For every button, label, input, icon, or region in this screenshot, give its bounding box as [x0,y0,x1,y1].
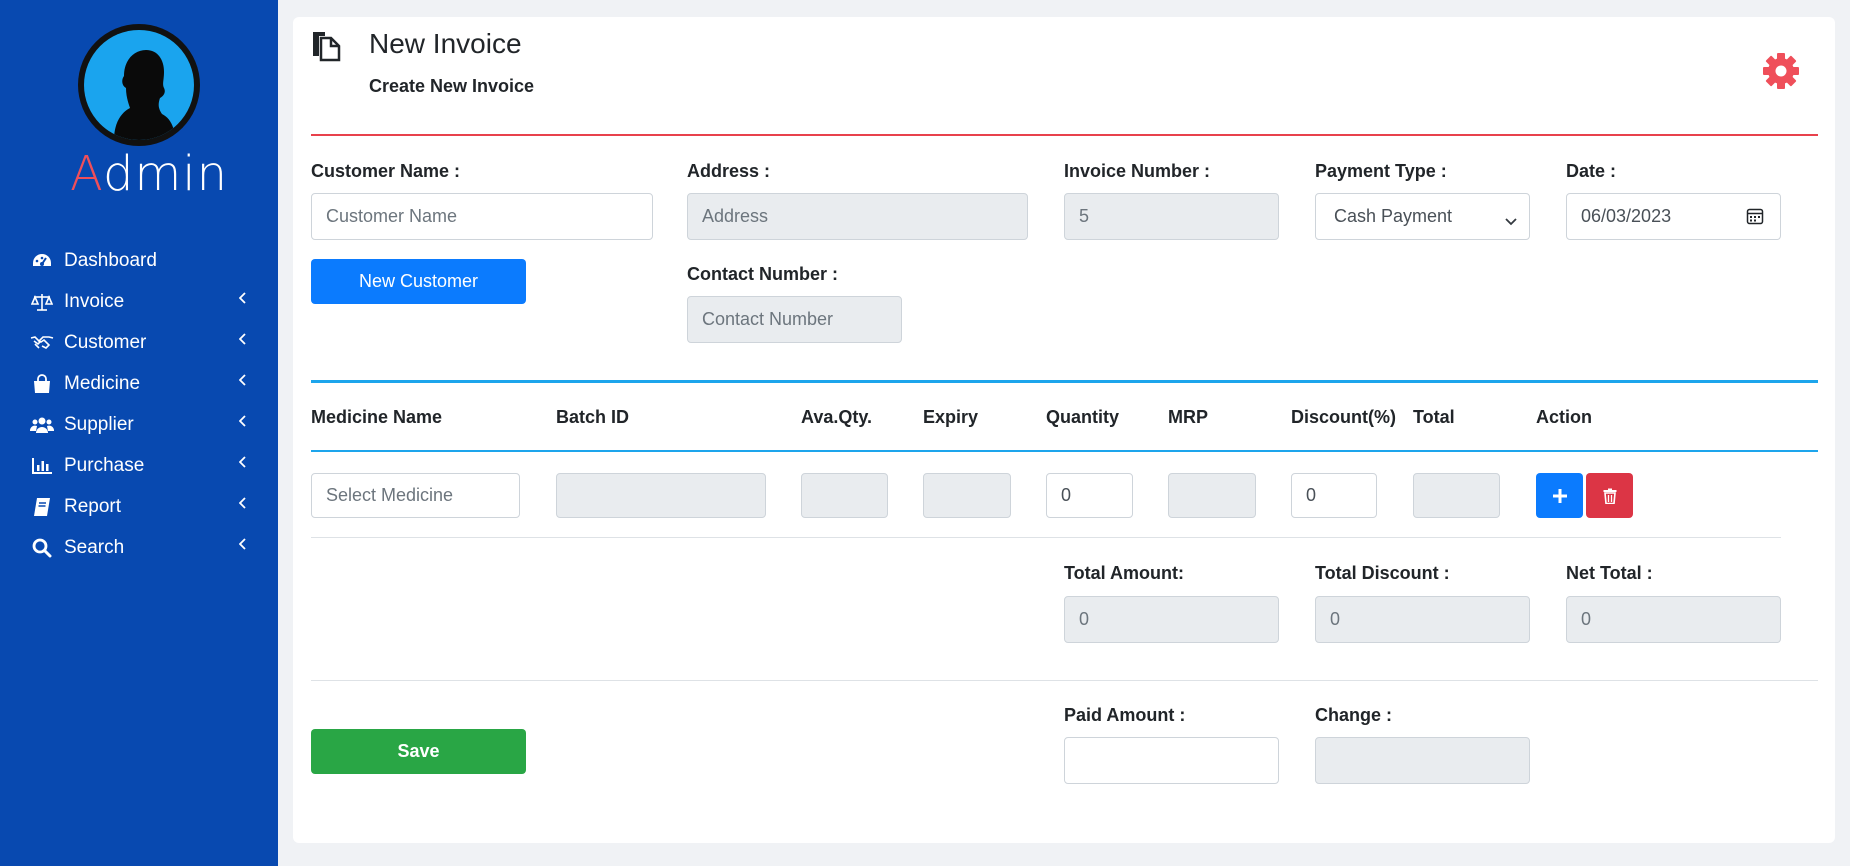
column-header-action: Action [1536,407,1592,427]
column-header-available-qty: Ava.Qty. [801,407,873,427]
calendar-icon[interactable] [1746,207,1764,230]
table-header-divider [311,450,1818,452]
user-silhouette-icon [114,50,176,140]
column-header-expiry: Expiry [923,407,979,427]
payment-type-select[interactable]: Cash Payment [1315,193,1530,240]
contact-number-label: Contact Number : [687,264,839,284]
column-header-total: Total [1413,407,1455,427]
customer-name-label: Customer Name : [311,161,461,181]
invoice-number-field: 5 [1064,193,1279,240]
sidebar-item-label: Medicine [64,372,141,394]
copy-document-icon [311,30,341,62]
address-label: Address : [687,161,771,181]
sidebar-item-label: Purchase [64,454,145,476]
sidebar-item-invoice[interactable]: Invoice [0,281,278,322]
handshake-icon [30,332,54,354]
sidebar-item-label: Supplier [64,413,134,435]
delete-row-button[interactable] [1586,473,1633,518]
column-header-mrp: MRP [1168,407,1208,427]
discount-input[interactable]: 0 [1291,473,1377,518]
gear-icon[interactable] [1761,51,1801,91]
date-label: Date : [1566,161,1617,181]
chevron-left-icon [236,537,250,551]
sidebar-item-label: Invoice [64,290,125,312]
page-subtitle: Create New Invoice [369,76,535,96]
sidebar-item-label: Search [64,536,125,558]
chevron-left-icon [236,373,250,387]
sidebar-item-medicine[interactable]: Medicine [0,363,278,404]
book-icon [30,496,54,518]
bar-chart-icon [30,455,54,477]
row-divider [311,537,1781,538]
column-header-discount: Discount(%) [1291,407,1396,427]
sidebar-item-purchase[interactable]: Purchase [0,445,278,486]
available-qty-field [801,473,888,518]
new-customer-button[interactable]: New Customer [311,259,526,304]
mrp-field [1168,473,1256,518]
total-discount-label: Total Discount : [1315,563,1450,583]
avatar [78,24,200,146]
date-value: 06/03/2023 [1581,206,1672,226]
column-header-batch-id: Batch ID [556,407,630,427]
row-total-field [1413,473,1500,518]
sidebar-item-label: Customer [64,331,147,353]
sidebar-item-label: Dashboard [64,249,157,271]
header-divider [311,134,1818,136]
add-row-button[interactable] [1536,473,1583,518]
invoice-number-label: Invoice Number : [1064,161,1211,181]
chevron-left-icon [236,291,250,305]
balance-scale-icon [30,291,54,313]
totals-divider [311,680,1818,681]
batch-id-field [556,473,766,518]
chevron-down-icon [1505,210,1517,231]
quantity-input[interactable]: 0 [1046,473,1133,518]
expiry-field [923,473,1011,518]
paid-amount-label: Paid Amount : [1064,705,1186,725]
date-input[interactable]: 06/03/2023 [1566,193,1781,240]
chevron-left-icon [236,332,250,346]
change-field [1315,737,1530,784]
trash-icon [1603,488,1616,504]
page-title: New Invoice [369,28,522,59]
sidebar-item-report[interactable]: Report [0,486,278,527]
chevron-left-icon [236,455,250,469]
net-total-field: 0 [1566,596,1781,643]
chevron-left-icon [236,496,250,510]
sidebar-item-supplier[interactable]: Supplier [0,404,278,445]
total-amount-field: 0 [1064,596,1279,643]
sidebar-item-label: Report [64,495,122,517]
invoice-card: New Invoice Create New Invoice Customer … [293,17,1835,843]
payment-type-label: Payment Type : [1315,161,1447,181]
select-medicine-input[interactable] [311,473,520,518]
sidebar-item-search[interactable]: Search [0,527,278,568]
total-discount-field: 0 [1315,596,1530,643]
net-total-label: Net Total : [1566,563,1653,583]
sidebar: Admin Dashboard Invoice Customer Medicin… [0,0,278,866]
address-field[interactable] [687,193,1028,240]
contact-number-field[interactable] [687,296,902,343]
dashboard-icon [30,250,54,272]
search-icon [30,537,54,559]
change-label: Change : [1315,705,1393,725]
sidebar-item-customer[interactable]: Customer [0,322,278,363]
payment-type-value: Cash Payment [1334,206,1453,226]
total-amount-label: Total Amount: [1064,563,1184,583]
table-top-divider [311,380,1818,383]
sidebar-item-dashboard[interactable]: Dashboard [0,240,278,281]
paid-amount-input[interactable] [1064,737,1279,784]
column-header-quantity: Quantity [1046,407,1120,427]
column-header-medicine-name: Medicine Name [311,407,443,427]
brand-logo: Admin [70,146,228,202]
chevron-left-icon [236,414,250,428]
shopping-bag-icon [30,373,54,395]
sidebar-nav: Dashboard Invoice Customer Medicine Supp… [0,240,278,568]
save-button[interactable]: Save [311,729,526,774]
users-icon [30,414,54,436]
plus-icon [1552,488,1567,503]
customer-name-input[interactable] [311,193,653,240]
